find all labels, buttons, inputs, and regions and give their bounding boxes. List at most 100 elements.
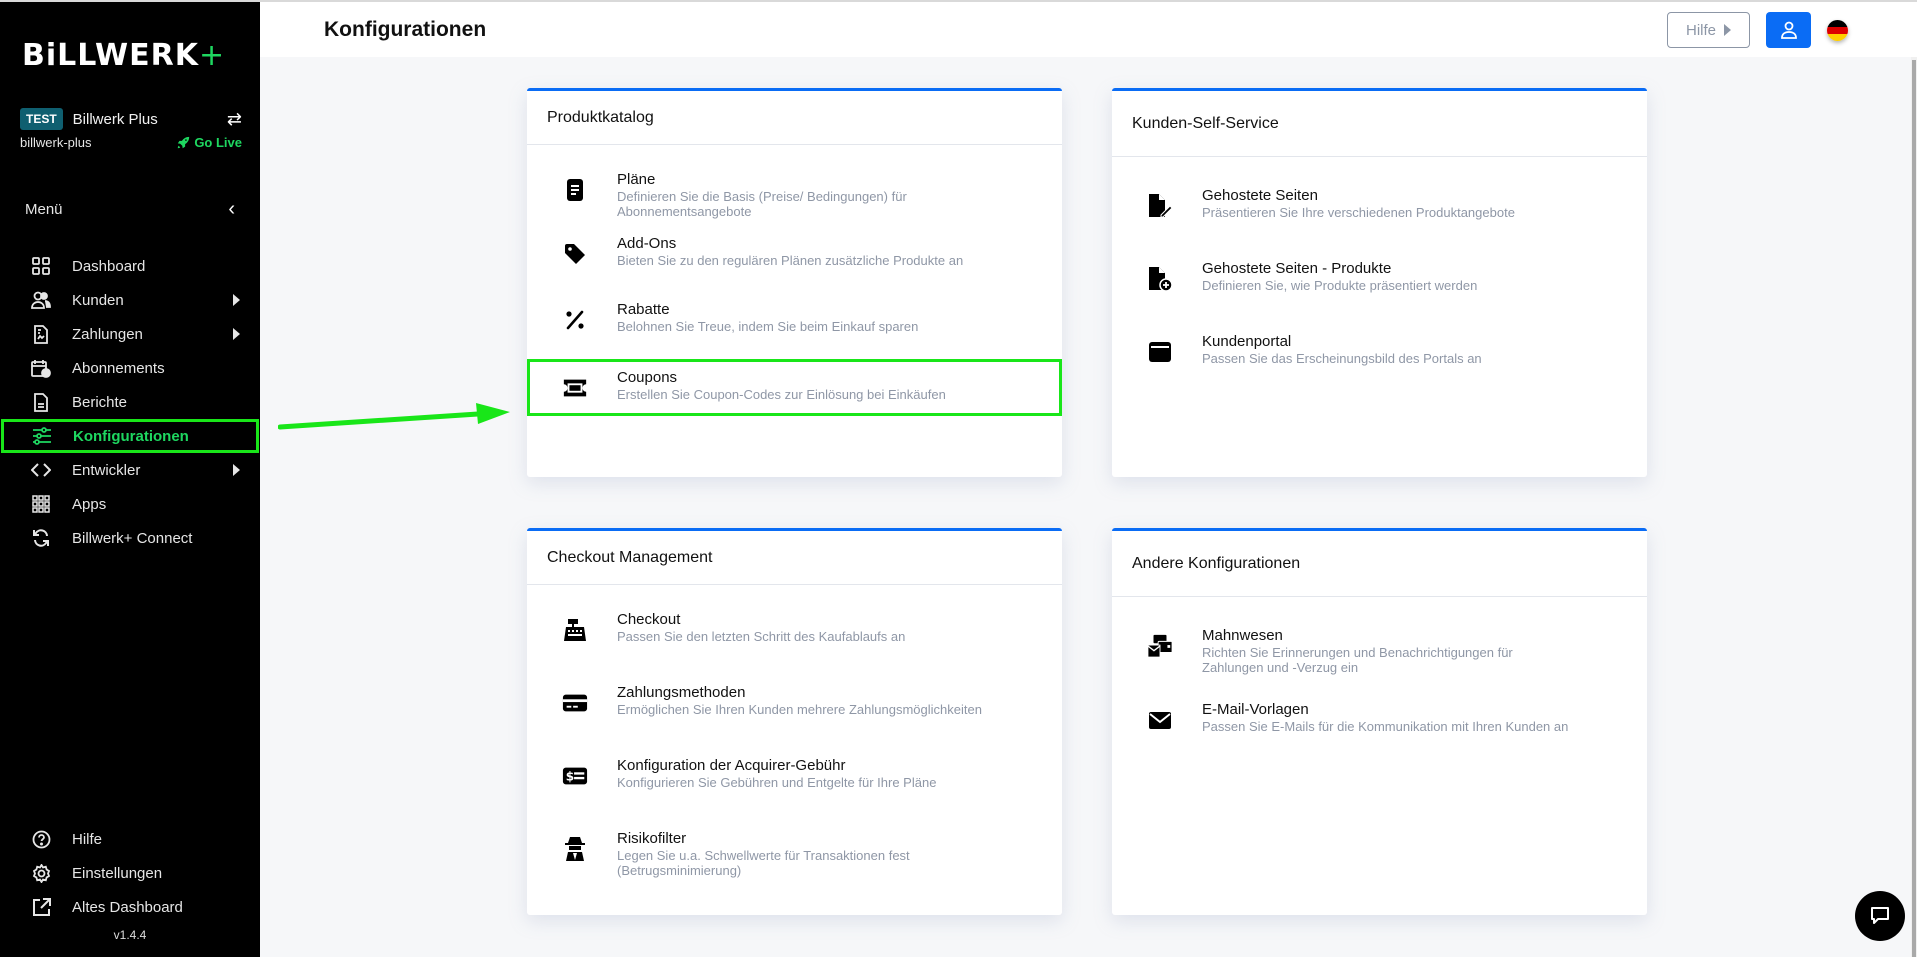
item-title: Rabatte — [617, 301, 670, 318]
money-check-icon: $ — [562, 763, 588, 789]
window-top-border — [0, 0, 1917, 2]
config-item-acquirer-gebuehr[interactable]: $ Konfiguration der Acquirer-Gebühr Konfi… — [527, 749, 1062, 805]
item-description: Passen Sie E-Mails für die Kommunikation… — [1202, 719, 1569, 734]
item-description: Legen Sie u.a. Schwellwerte für Transakt… — [617, 848, 910, 878]
sidebar-item-label: Entwickler — [72, 461, 141, 479]
card-title: Produktkatalog — [527, 91, 1062, 145]
caret-right-icon — [1724, 24, 1731, 36]
caret-right-icon — [233, 294, 240, 306]
svg-text:$: $ — [566, 770, 574, 784]
sidebar-item-berichte[interactable]: Berichte — [0, 385, 260, 419]
config-item-mahnwesen[interactable]: Mahnwesen Richten Sie Erinnerungen und Be… — [1112, 619, 1647, 683]
calendar-clock-icon — [30, 357, 52, 379]
sidebar-item-label: Abonnements — [72, 359, 165, 377]
card-title: Kunden-Self-Service — [1112, 91, 1647, 157]
item-description: Passen Sie den letzten Schritt des Kaufa… — [617, 629, 906, 644]
config-item-checkout[interactable]: Checkout Passen Sie den letzten Schritt d… — [527, 603, 1062, 659]
grid-icon — [30, 255, 52, 277]
sync-icon — [30, 527, 52, 549]
item-description: Präsentieren Sie Ihre verschiedenen Prod… — [1202, 205, 1515, 220]
sidebar: BiLLWERK+ TEST Billwerk Plus ⇄ billwerk-… — [0, 0, 260, 957]
item-title: Zahlungsmethoden — [617, 684, 746, 701]
config-item-coupons[interactable]: Coupons Erstellen Sie Coupon-Codes zur Ei… — [527, 359, 1062, 416]
logo[interactable]: BiLLWERK+ — [22, 38, 225, 73]
sidebar-item-label: Dashboard — [72, 257, 146, 275]
help-button[interactable]: Hilfe — [1667, 12, 1750, 48]
config-item-gehostete-seiten-produkte[interactable]: Gehostete Seiten - Produkte Definieren Si… — [1112, 252, 1647, 308]
invoice-icon — [30, 323, 52, 345]
config-item-gehostete-seiten[interactable]: Gehostete Seiten Präsentieren Sie Ihre ve… — [1112, 179, 1647, 235]
item-description: Definieren Sie, wie Produkte präsentiert… — [1202, 278, 1478, 293]
credit-card-icon — [562, 690, 588, 716]
scrollbar-thumb[interactable] — [1912, 60, 1916, 957]
envelopes-icon — [1147, 633, 1173, 659]
config-item-zahlungsmethoden[interactable]: Zahlungsmethoden Ermöglichen Sie Ihren Ku… — [527, 676, 1062, 732]
user-icon — [1780, 21, 1797, 39]
item-description: Definieren Sie die Basis (Preise/ Beding… — [617, 189, 907, 219]
external-link-icon — [30, 896, 52, 918]
file-plus-icon — [1147, 266, 1173, 292]
item-description: Bieten Sie zu den regulären Plänen zusät… — [617, 253, 964, 268]
item-title: E-Mail-Vorlagen — [1202, 701, 1309, 718]
percent-icon — [562, 307, 588, 333]
item-description: Richten Sie Erinnerungen und Benachricht… — [1202, 645, 1513, 675]
card-checkout-management: Checkout Management Checkout Passen Sie d… — [527, 528, 1062, 915]
menu-label: Menü — [25, 201, 63, 218]
item-title: Risikofilter — [617, 830, 687, 847]
card-andere-konfigurationen: Andere Konfigurationen Mahnwesen Richten … — [1112, 528, 1647, 915]
sidebar-item-entwickler[interactable]: Entwickler — [0, 453, 260, 487]
chevron-left-icon[interactable]: ‹ — [228, 198, 235, 221]
spy-icon — [562, 836, 588, 862]
sidebar-nav: Dashboard Kunden Zahlungen Abonnements B… — [0, 249, 260, 555]
sidebar-item-label: Berichte — [72, 393, 128, 411]
cash-register-icon — [562, 617, 588, 643]
go-live-label: Go Live — [194, 135, 242, 150]
sidebar-item-label: Kunden — [72, 291, 124, 309]
config-item-add-ons[interactable]: Add-Ons Bieten Sie zu den regulären Pläne… — [527, 227, 1062, 283]
sidebar-item-konfigurationen[interactable]: Konfigurationen — [1, 419, 259, 453]
card-kunden-self-service: Kunden-Self-Service Gehostete Seiten Präs… — [1112, 88, 1647, 477]
app-version: v1.4.4 — [113, 928, 147, 942]
sidebar-item-zahlungen[interactable]: Zahlungen — [0, 317, 260, 351]
card-title: Checkout Management — [527, 531, 1062, 585]
config-item-kundenportal[interactable]: Kundenportal Passen Sie das Erscheinungsb… — [1112, 325, 1647, 381]
item-title: Konfiguration der Acquirer-Gebühr — [617, 757, 846, 774]
apps-grid-icon — [30, 493, 52, 515]
arrows-exchange-icon[interactable]: ⇄ — [222, 109, 242, 130]
menu-header: Menü ‹ — [25, 198, 235, 221]
sidebar-item-altes-dashboard[interactable]: Altes Dashboard — [0, 890, 260, 924]
sidebar-item-kunden[interactable]: Kunden — [0, 283, 260, 317]
config-item-rabatte[interactable]: Rabatte Belohnen Sie Treue, indem Sie bei… — [527, 293, 1062, 349]
config-item-email-vorlagen[interactable]: E-Mail-Vorlagen Passen Sie E-Mails für di… — [1112, 693, 1647, 749]
item-title: Pläne — [617, 171, 656, 188]
sidebar-item-label: Billwerk+ Connect — [72, 529, 193, 547]
envelope-icon — [1147, 707, 1173, 733]
sidebar-item-dashboard[interactable]: Dashboard — [0, 249, 260, 283]
item-title: Add-Ons — [617, 235, 677, 252]
user-menu-button[interactable] — [1766, 12, 1811, 48]
sidebar-item-einstellungen[interactable]: Einstellungen — [0, 856, 260, 890]
item-description: Erstellen Sie Coupon-Codes zur Einlösung… — [617, 387, 946, 402]
sidebar-item-apps[interactable]: Apps — [0, 487, 260, 521]
sidebar-item-hilfe[interactable]: Hilfe — [0, 822, 260, 856]
users-icon — [30, 289, 52, 311]
sidebar-item-abonnements[interactable]: Abonnements — [0, 351, 260, 385]
config-item-plaene[interactable]: Pläne Definieren Sie die Basis (Preise/ B… — [527, 163, 1062, 227]
logo-plus: + — [198, 38, 226, 73]
account-panel: TEST Billwerk Plus ⇄ billwerk-plus Go Li… — [20, 108, 242, 150]
help-button-label: Hilfe — [1685, 21, 1716, 39]
account-slug: billwerk-plus — [20, 135, 92, 150]
chat-button[interactable] — [1855, 891, 1905, 941]
sidebar-item-label: Apps — [72, 495, 107, 513]
top-header: Konfigurationen Hilfe — [260, 2, 1917, 57]
language-flag-de[interactable] — [1827, 20, 1848, 41]
sidebar-item-label: Einstellungen — [72, 864, 163, 882]
help-circle-icon — [30, 828, 52, 850]
rocket-icon — [178, 136, 190, 149]
item-title: Gehostete Seiten - Produkte — [1202, 260, 1392, 277]
sidebar-item-billwerk-connect[interactable]: Billwerk+ Connect — [0, 521, 260, 555]
tag-icon — [562, 241, 588, 267]
go-live-link[interactable]: Go Live — [177, 135, 242, 150]
config-item-risikofilter[interactable]: Risikofilter Legen Sie u.a. Schwellwerte … — [527, 822, 1062, 886]
chat-bubble-icon — [1871, 907, 1889, 924]
